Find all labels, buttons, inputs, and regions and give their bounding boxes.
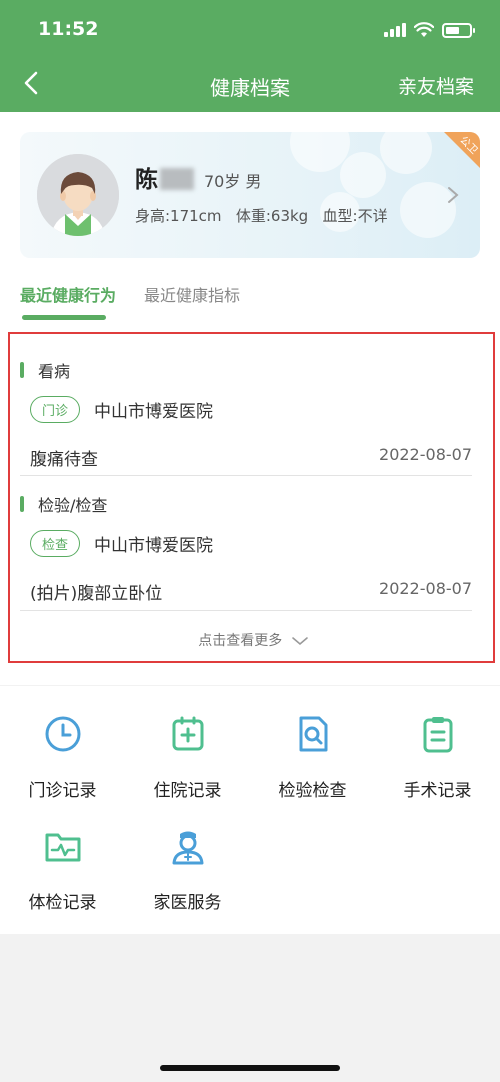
home-indicator: [160, 1065, 340, 1071]
service-label: 住院记录: [153, 781, 222, 801]
record-desc: 腹痛待查: [30, 450, 98, 470]
record-org: 中山市博爱医院: [94, 536, 214, 556]
hospital-plus-icon: [172, 716, 203, 751]
patient-name: 陈: [135, 160, 194, 194]
service-label: 家医服务: [153, 893, 222, 913]
patient-blood-type: 血型:不详: [322, 207, 388, 225]
tab-bar: 最近健康行为 最近健康指标: [20, 282, 240, 306]
active-tab-indicator: [22, 315, 106, 320]
record-date: 2022-08-07: [379, 579, 472, 598]
patient-stats: 身高:171cm 体重:63kg 血型:不详: [135, 205, 388, 226]
clock-icon: [45, 716, 80, 752]
profile-card[interactable]: 公卫 陈 70岁 男 身高:171cm 体重:63kg 血型:不详: [20, 132, 480, 258]
patient-height: 身高:171cm: [135, 207, 222, 225]
record-item[interactable]: 检验/检查 检查 中山市博爱医院 (拍片)腹部立卧位 2022-08-07: [20, 492, 472, 604]
view-more-button[interactable]: 点击查看更多: [10, 630, 497, 650]
wifi-icon: [414, 22, 434, 37]
status-icons: [384, 20, 475, 40]
service-label: 门诊记录: [28, 781, 97, 801]
record-org: 中山市博爱医院: [94, 402, 214, 422]
name-redaction: [160, 168, 194, 190]
record-divider: [20, 610, 472, 611]
service-family-doctor[interactable]: 家医服务: [125, 826, 250, 913]
avatar: [37, 154, 119, 236]
service-label: 检验检查: [278, 781, 347, 801]
status-time: 11:52: [38, 18, 99, 40]
family-records-link[interactable]: 亲友档案: [398, 72, 474, 99]
service-physical-exam-records[interactable]: 体检记录: [0, 826, 125, 913]
service-inpatient-records[interactable]: 住院记录: [125, 714, 250, 801]
tab-recent-indicators[interactable]: 最近健康指标: [144, 282, 240, 306]
chevron-down-icon: [291, 637, 308, 646]
record-badge: 检查: [30, 530, 81, 557]
service-lab-exams[interactable]: 检验检查: [250, 714, 375, 801]
document-search-icon: [299, 716, 327, 752]
service-surgery-records[interactable]: 手术记录: [375, 714, 500, 801]
record-type: 检验/检查: [38, 496, 108, 515]
record-badge: 门诊: [30, 396, 81, 423]
record-divider: [20, 475, 472, 476]
folder-pulse-icon: [45, 833, 80, 862]
service-grid: 门诊记录 住院记录 检验检查 手术记录 体检记录 家医服务: [0, 686, 500, 934]
records-panel: 看病 门诊 中山市博爱医院 腹痛待查 2022-08-07 检验/检查 检查 中…: [8, 332, 495, 663]
tab-recent-behavior[interactable]: 最近健康行为: [20, 282, 116, 306]
patient-age-gender: 70岁 男: [204, 172, 262, 191]
top-bar: 11:52 健康档案 亲友档案: [0, 0, 500, 112]
record-marker: [20, 496, 24, 512]
record-type: 看病: [38, 362, 71, 381]
record-item[interactable]: 看病 门诊 中山市博爱医院 腹痛待查 2022-08-07: [20, 358, 472, 470]
battery-icon: [442, 22, 475, 38]
service-label: 体检记录: [28, 893, 97, 913]
doctor-icon: [172, 831, 203, 865]
clipboard-icon: [423, 717, 452, 753]
record-date: 2022-08-07: [379, 445, 472, 464]
patient-weight: 体重:63kg: [235, 207, 309, 225]
public-health-corner-badge: 公卫: [444, 132, 480, 168]
cellular-signal-icon: [384, 23, 406, 37]
service-outpatient-records[interactable]: 门诊记录: [0, 714, 125, 801]
record-desc: (拍片)腹部立卧位: [30, 584, 163, 604]
main-panel: 公卫 陈 70岁 男 身高:171cm 体重:63kg 血型:不详 最近健康行为…: [0, 112, 500, 685]
chevron-right-icon: [448, 187, 459, 203]
record-marker: [20, 362, 24, 378]
service-label: 手术记录: [403, 781, 472, 801]
view-more-label: 点击查看更多: [198, 633, 283, 649]
